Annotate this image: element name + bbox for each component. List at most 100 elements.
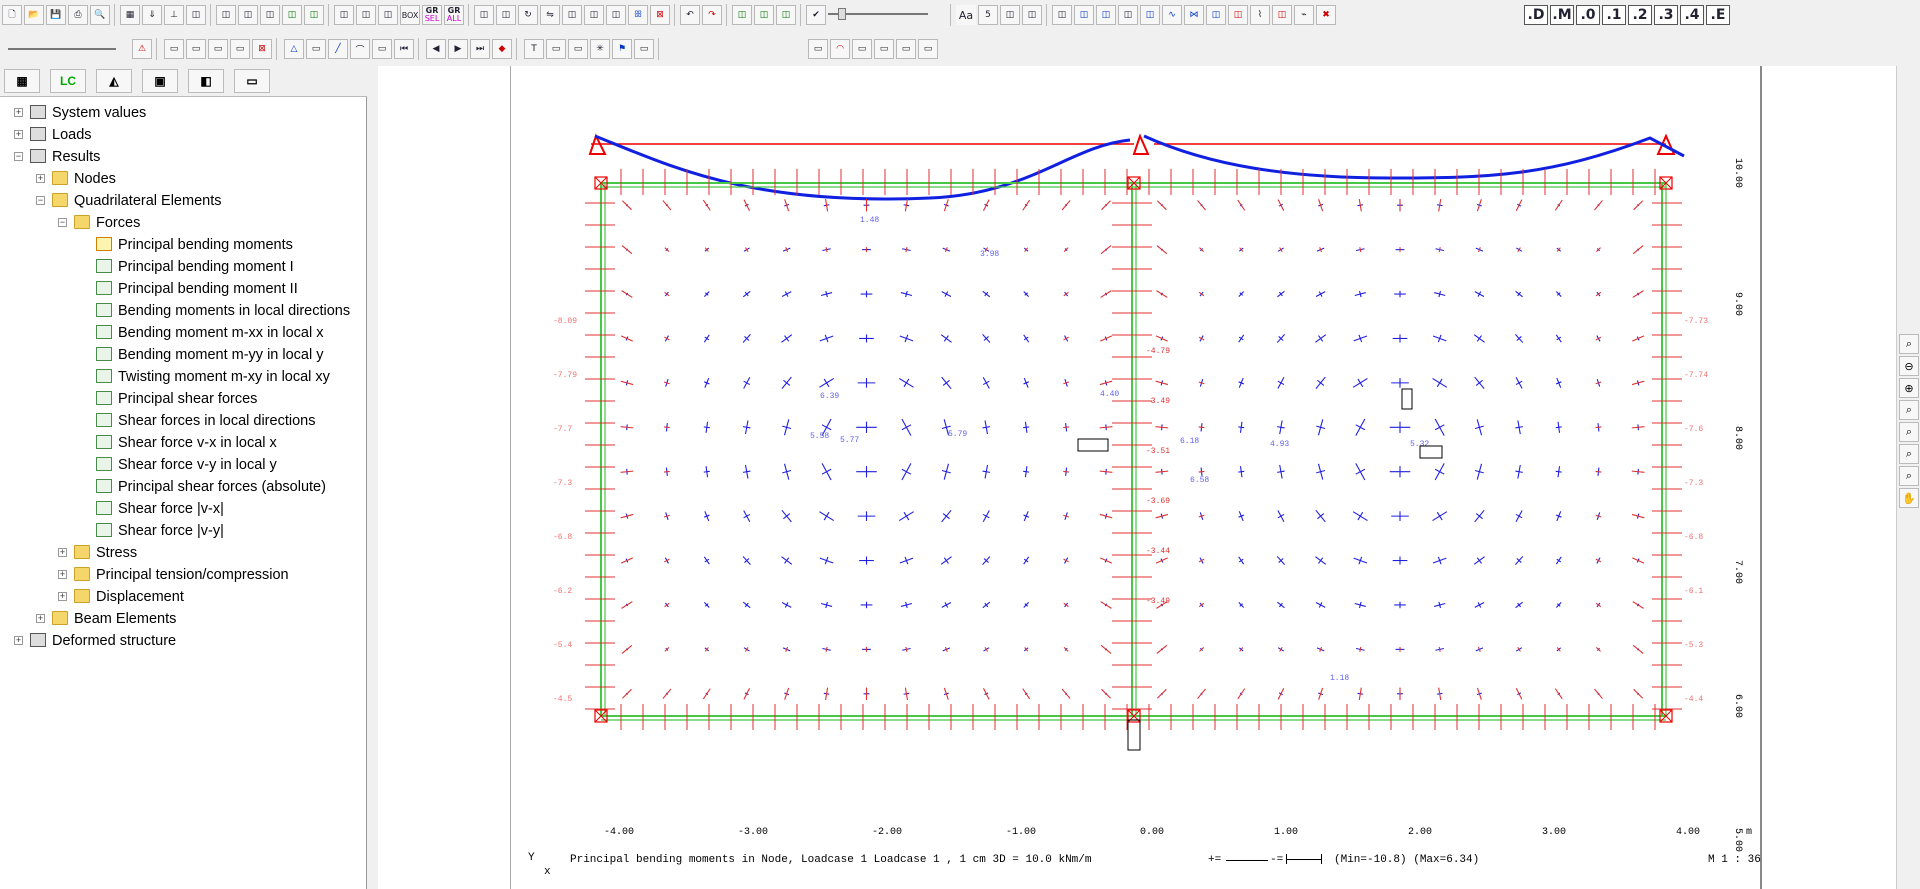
tree-item[interactable]: Shear force |v-y| xyxy=(0,520,367,542)
move-y-icon[interactable]: ◫ xyxy=(496,5,516,25)
zoom-fit-icon[interactable]: ⌕ xyxy=(1899,444,1919,464)
tree-item[interactable]: Principal bending moment I xyxy=(0,256,367,278)
box-icon[interactable]: BOX xyxy=(400,5,420,25)
sun-icon[interactable]: ✳ xyxy=(590,39,610,59)
grid-node-icon[interactable]: ▭ xyxy=(208,39,228,59)
shell-icon[interactable]: ◫ xyxy=(1096,5,1116,25)
expand-icon[interactable]: + xyxy=(58,570,67,579)
prev-icon[interactable]: ◀ xyxy=(426,39,446,59)
next-icon[interactable]: ▶ xyxy=(448,39,468,59)
warning-icon[interactable]: ⚠ xyxy=(132,39,152,59)
tree-item[interactable]: + System values xyxy=(0,102,367,124)
tree-item[interactable]: + Loads xyxy=(0,124,367,146)
move-x-icon[interactable]: ◫ xyxy=(474,5,494,25)
grid-icon[interactable]: ▦ xyxy=(120,5,140,25)
tree-item[interactable]: + Deformed structure xyxy=(0,630,367,652)
tree-item[interactable]: Principal shear forces xyxy=(0,388,367,410)
expand-icon[interactable]: + xyxy=(58,548,67,557)
load-icon[interactable]: ◫ xyxy=(1118,5,1138,25)
deflection-icon[interactable]: ◫ xyxy=(1140,5,1160,25)
view1-icon[interactable]: ◫ xyxy=(732,5,752,25)
flag-icon[interactable]: ⚑ xyxy=(612,39,632,59)
decimal-button[interactable]: .0 xyxy=(1576,5,1600,25)
shape-icon[interactable]: ▭ xyxy=(568,39,588,59)
diagram-icon[interactable]: ⌇ xyxy=(1250,5,1270,25)
curve-icon[interactable]: ⌒ xyxy=(350,39,370,59)
expand-icon[interactable]: + xyxy=(36,174,45,183)
line-style-slider[interactable] xyxy=(8,48,116,50)
hinge-icon[interactable]: ◫ xyxy=(186,5,206,25)
tab-view-tab[interactable]: ▣ xyxy=(142,69,178,93)
results-icon[interactable]: ◫ xyxy=(1052,5,1072,25)
tree-item[interactable]: − Quadrilateral Elements xyxy=(0,190,367,212)
decimal-button[interactable]: .1 xyxy=(1602,5,1626,25)
tree-item[interactable]: Principal shear forces (absolute) xyxy=(0,476,367,498)
scale-icon[interactable]: ◫ xyxy=(562,5,582,25)
tree-item[interactable]: Shear force v-x in local x xyxy=(0,432,367,454)
zoom-center-icon[interactable]: ⌕ xyxy=(1899,466,1919,486)
collapse-icon[interactable]: − xyxy=(58,218,67,227)
print-icon[interactable]: ⎙ xyxy=(68,5,88,25)
first-icon[interactable]: ⏮ xyxy=(394,39,414,59)
nodes-sel-icon[interactable]: ▭ xyxy=(372,39,392,59)
paint-icon[interactable]: ◆ xyxy=(492,39,512,59)
undo-icon[interactable]: ↶ xyxy=(680,5,700,25)
color-icon[interactable]: ◫ xyxy=(334,5,354,25)
butterfly-icon[interactable]: ꕥ xyxy=(628,5,648,25)
decimal-button[interactable]: .M xyxy=(1550,5,1574,25)
spring-icon[interactable]: ◫ xyxy=(216,5,236,25)
tree-item[interactable]: − Forces xyxy=(0,212,367,234)
pan-icon[interactable]: ◫ xyxy=(1000,5,1020,25)
tree-item[interactable]: − Results xyxy=(0,146,367,168)
cross-sel-icon[interactable]: ⊠ xyxy=(252,39,272,59)
element-icon[interactable]: ◫ xyxy=(304,5,324,25)
beam-icon[interactable]: ◫ xyxy=(1074,5,1094,25)
pan-icon[interactable]: ✋ xyxy=(1899,488,1919,508)
text-t-icon[interactable]: T xyxy=(524,39,544,59)
hatch-icon[interactable]: ▭ xyxy=(918,39,938,59)
tree-item[interactable]: Bending moments in local directions xyxy=(0,300,367,322)
gr-all-icon[interactable]: GR ALL xyxy=(444,5,464,25)
normal-icon[interactable]: ◫ xyxy=(1206,5,1226,25)
tab-folder-tab[interactable]: ▭ xyxy=(234,69,270,93)
collapse-icon[interactable]: − xyxy=(14,152,23,161)
new-icon[interactable]: 🗋 xyxy=(2,5,22,25)
link-icon[interactable]: ▭ xyxy=(546,39,566,59)
decimal-button[interactable]: .E xyxy=(1706,5,1730,25)
line2-icon[interactable]: ▭ xyxy=(874,39,894,59)
path-icon[interactable]: ⌁ xyxy=(1294,5,1314,25)
split-icon[interactable]: ◫ xyxy=(584,5,604,25)
gr-icon[interactable]: GR SEL xyxy=(422,5,442,25)
rotate-icon[interactable]: ↻ xyxy=(518,5,538,25)
triangle-icon[interactable]: △ xyxy=(284,39,304,59)
zoom-all-icon[interactable]: ⌕ xyxy=(1899,422,1919,442)
rect-sel-icon[interactable]: ▭ xyxy=(306,39,326,59)
tab-layers-tab[interactable]: ◧ xyxy=(188,69,224,93)
tree-item[interactable]: + Stress xyxy=(0,542,367,564)
decimal-button[interactable]: .D xyxy=(1524,5,1548,25)
merge-icon[interactable]: ◫ xyxy=(606,5,626,25)
delete-icon[interactable]: ⊠ xyxy=(650,5,670,25)
tree-item[interactable]: + Nodes xyxy=(0,168,367,190)
diag1-icon[interactable]: ▭ xyxy=(634,39,654,59)
decimal-button[interactable]: .3 xyxy=(1654,5,1678,25)
support-r-icon[interactable]: ◫ xyxy=(1228,5,1248,25)
zoom-in-icon[interactable]: ⊕ xyxy=(1899,378,1919,398)
zoom-window-icon[interactable]: ⌕ xyxy=(1899,334,1919,354)
expand-icon[interactable]: + xyxy=(14,636,23,645)
save-icon[interactable]: 💾 xyxy=(46,5,66,25)
tree-item[interactable]: Bending moment m-xx in local x xyxy=(0,322,367,344)
checkbox-icon[interactable]: ✔ xyxy=(806,5,826,25)
view3-icon[interactable]: ◫ xyxy=(776,5,796,25)
pen-line-icon[interactable]: ╱ xyxy=(328,39,348,59)
moment-icon[interactable]: ∿ xyxy=(1162,5,1182,25)
elastic-icon[interactable]: ◫ xyxy=(238,5,258,25)
copy-icon[interactable]: ◫ xyxy=(356,5,376,25)
last-icon[interactable]: ⏭ xyxy=(470,39,490,59)
view2-icon[interactable]: ◫ xyxy=(754,5,774,25)
expand-icon[interactable]: + xyxy=(36,614,45,623)
tree-item[interactable]: Shear forces in local directions xyxy=(0,410,367,432)
calc-icon[interactable]: ◫ xyxy=(1022,5,1042,25)
collapse-icon[interactable]: − xyxy=(36,196,45,205)
cube-icon[interactable]: ▭ xyxy=(230,39,250,59)
